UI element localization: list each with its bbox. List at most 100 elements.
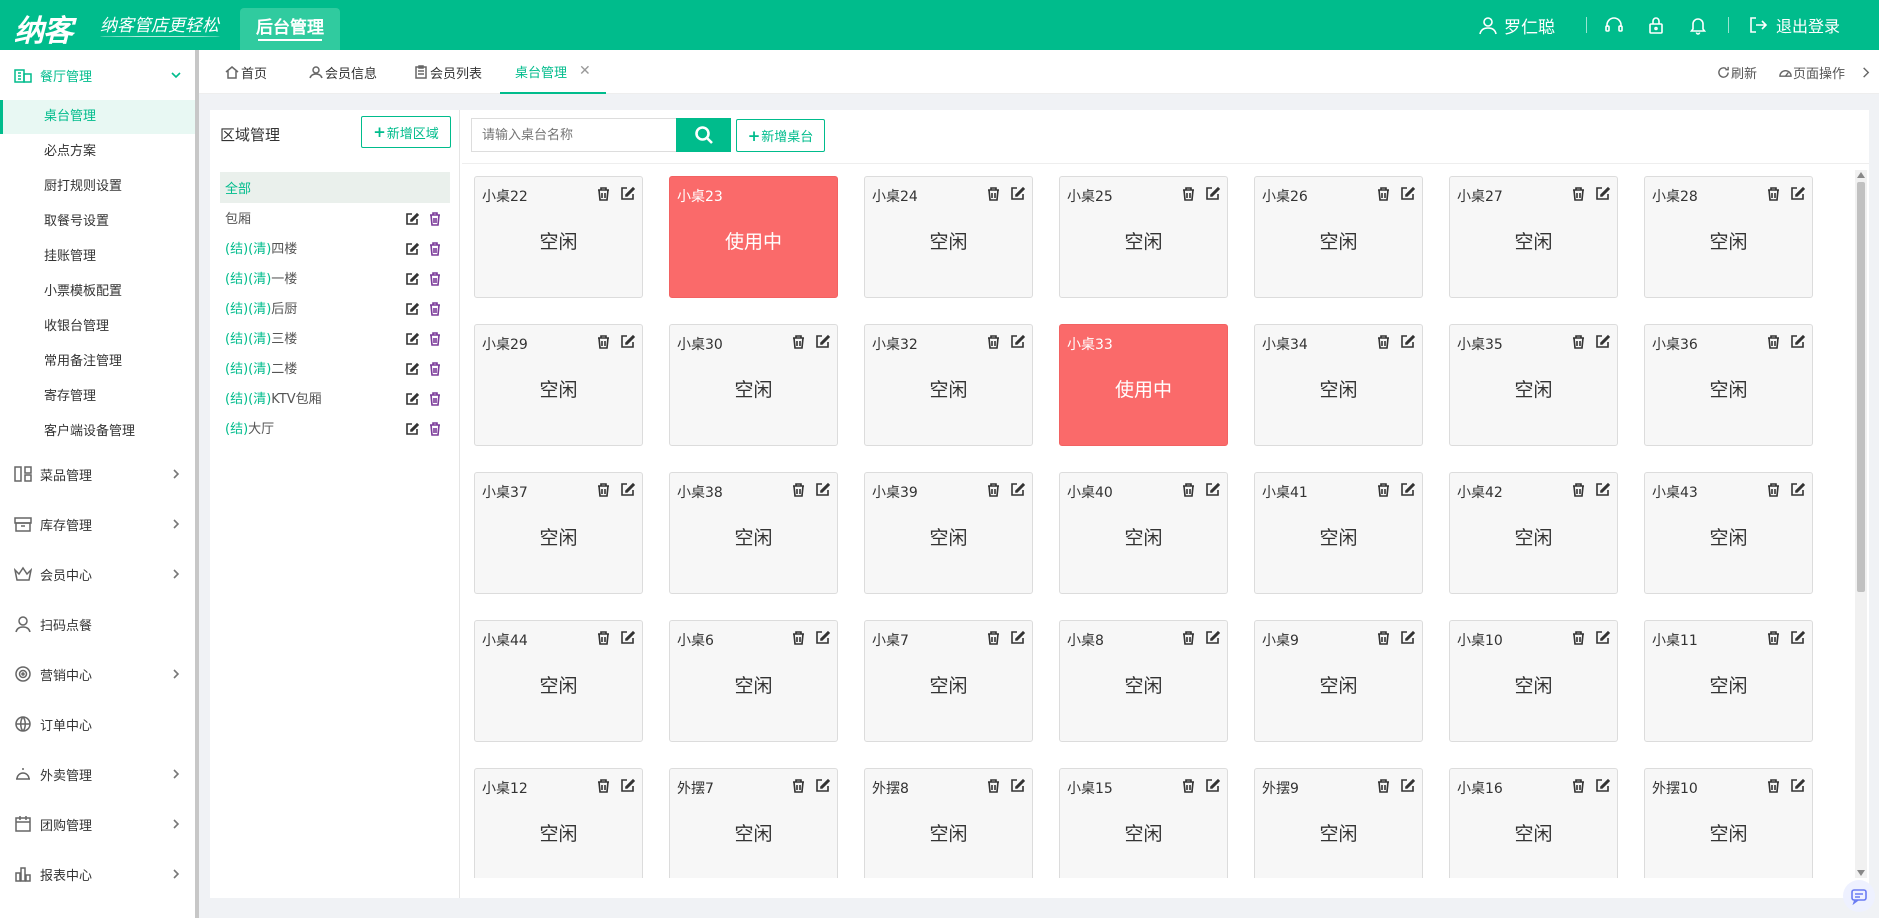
edit-icon[interactable]	[620, 334, 636, 353]
sidebar-item-table-management[interactable]: 桌台管理	[0, 100, 195, 134]
trash-icon[interactable]	[428, 362, 442, 376]
sidebar-group-group-buying[interactable]: 团购管理	[0, 809, 195, 839]
headset-icon[interactable]	[1604, 15, 1624, 35]
page-operations-button[interactable]: 页面操作	[1779, 50, 1845, 94]
edit-icon[interactable]	[405, 392, 420, 406]
trash-icon[interactable]	[1571, 186, 1586, 205]
table-card[interactable]: 小桌37 空闲	[474, 472, 643, 594]
sidebar-item-kitchen-print-rules[interactable]: 厨打规则设置	[0, 170, 195, 204]
edit-icon[interactable]	[1790, 778, 1806, 797]
edit-icon[interactable]	[1010, 334, 1026, 353]
table-card[interactable]: 外摆8 空闲	[864, 768, 1033, 878]
table-card[interactable]: 小桌29 空闲	[474, 324, 643, 446]
table-card[interactable]: 小桌40 空闲	[1059, 472, 1228, 594]
refresh-button[interactable]: 刷新	[1717, 50, 1757, 94]
trash-icon[interactable]	[1181, 186, 1196, 205]
table-card[interactable]: 小桌34 空闲	[1254, 324, 1423, 446]
trash-icon[interactable]	[596, 482, 611, 501]
edit-icon[interactable]	[1400, 334, 1416, 353]
sidebar-group-dishes[interactable]: 菜品管理	[0, 459, 195, 489]
trash-icon[interactable]	[428, 302, 442, 316]
table-card[interactable]: 小桌15 空闲	[1059, 768, 1228, 878]
edit-icon[interactable]	[1790, 186, 1806, 205]
table-card[interactable]: 小桌8 空闲	[1059, 620, 1228, 742]
tab-table-management[interactable]: 桌台管理 ✕	[500, 50, 606, 94]
table-card[interactable]: 小桌9 空闲	[1254, 620, 1423, 742]
edit-icon[interactable]	[815, 778, 831, 797]
trash-icon[interactable]	[1181, 778, 1196, 797]
area-item[interactable]: (结)(清) 二楼	[220, 352, 450, 382]
edit-icon[interactable]	[815, 334, 831, 353]
table-card[interactable]: 小桌10 空闲	[1449, 620, 1618, 742]
sidebar-group-member-center[interactable]: 会员中心	[0, 559, 195, 589]
trash-icon[interactable]	[1571, 482, 1586, 501]
edit-icon[interactable]	[1400, 778, 1416, 797]
sidebar-item-required-plan[interactable]: 必点方案	[0, 135, 195, 169]
edit-icon[interactable]	[1010, 186, 1026, 205]
lock-icon[interactable]	[1646, 15, 1666, 35]
table-card[interactable]: 小桌25 空闲	[1059, 176, 1228, 298]
trash-icon[interactable]	[986, 334, 1001, 353]
trash-icon[interactable]	[986, 482, 1001, 501]
trash-icon[interactable]	[791, 334, 806, 353]
sidebar-item-credit[interactable]: 挂账管理	[0, 240, 195, 274]
area-item[interactable]: (结)(清) 三楼	[220, 322, 450, 352]
sidebar-group-takeout[interactable]: 外卖管理	[0, 759, 195, 789]
brand-logo[interactable]: 纳客	[14, 6, 73, 50]
edit-icon[interactable]	[1010, 630, 1026, 649]
logout-button[interactable]: 退出登录	[1748, 0, 1840, 50]
user-menu[interactable]: 罗仁聪	[1478, 0, 1555, 50]
area-item[interactable]: (结)(清) KTV包厢	[220, 382, 450, 412]
table-card[interactable]: 外摆10 空闲	[1644, 768, 1813, 878]
trash-icon[interactable]	[1766, 630, 1781, 649]
table-card[interactable]: 小桌16 空闲	[1449, 768, 1618, 878]
table-card[interactable]: 小桌33 使用中	[1059, 324, 1228, 446]
area-item-all[interactable]: 全部	[220, 172, 450, 203]
sidebar-group-orders[interactable]: 订单中心	[0, 709, 195, 739]
tabs-scroll-right[interactable]	[1859, 50, 1873, 94]
trash-icon[interactable]	[428, 332, 442, 346]
table-card[interactable]: 小桌43 空闲	[1644, 472, 1813, 594]
table-card[interactable]: 小桌39 空闲	[864, 472, 1033, 594]
table-card[interactable]: 小桌6 空闲	[669, 620, 838, 742]
trash-icon[interactable]	[1376, 334, 1391, 353]
trash-icon[interactable]	[428, 242, 442, 256]
sidebar-item-client-devices[interactable]: 客户端设备管理	[0, 415, 195, 449]
table-card[interactable]: 小桌26 空闲	[1254, 176, 1423, 298]
area-item[interactable]: (结)(清) 四楼	[220, 232, 450, 262]
edit-icon[interactable]	[1205, 186, 1221, 205]
edit-icon[interactable]	[1595, 630, 1611, 649]
table-card[interactable]: 小桌38 空闲	[669, 472, 838, 594]
trash-icon[interactable]	[596, 778, 611, 797]
edit-icon[interactable]	[1595, 778, 1611, 797]
sidebar-group-reports[interactable]: 报表中心	[0, 859, 195, 889]
scroll-up-icon[interactable]	[1857, 172, 1865, 178]
trash-icon[interactable]	[1181, 630, 1196, 649]
sidebar-item-cashier[interactable]: 收银台管理	[0, 310, 195, 344]
edit-icon[interactable]	[1595, 334, 1611, 353]
edit-icon[interactable]	[1205, 630, 1221, 649]
floating-help-button[interactable]	[1843, 880, 1875, 912]
edit-icon[interactable]	[1205, 778, 1221, 797]
trash-icon[interactable]	[986, 630, 1001, 649]
search-button[interactable]	[676, 118, 731, 152]
bell-icon[interactable]	[1688, 15, 1708, 35]
sidebar-scrollbar[interactable]	[195, 50, 199, 918]
table-card[interactable]: 小桌22 空闲	[474, 176, 643, 298]
table-card[interactable]: 小桌28 空闲	[1644, 176, 1813, 298]
table-card[interactable]: 外摆9 空闲	[1254, 768, 1423, 878]
sidebar-item-storage[interactable]: 寄存管理	[0, 380, 195, 414]
table-card[interactable]: 小桌32 空闲	[864, 324, 1033, 446]
table-card[interactable]: 小桌12 空闲	[474, 768, 643, 878]
tab-member-info[interactable]: 会员信息	[309, 50, 377, 94]
sidebar-group-scan-order[interactable]: 扫码点餐	[0, 609, 195, 639]
edit-icon[interactable]	[1790, 334, 1806, 353]
edit-icon[interactable]	[405, 272, 420, 286]
area-item[interactable]: 包厢	[220, 202, 450, 232]
trash-icon[interactable]	[1766, 186, 1781, 205]
edit-icon[interactable]	[405, 212, 420, 226]
area-item[interactable]: (结)(清) 后厨	[220, 292, 450, 322]
table-search-input[interactable]	[471, 118, 676, 152]
trash-icon[interactable]	[1571, 778, 1586, 797]
trash-icon[interactable]	[1571, 630, 1586, 649]
